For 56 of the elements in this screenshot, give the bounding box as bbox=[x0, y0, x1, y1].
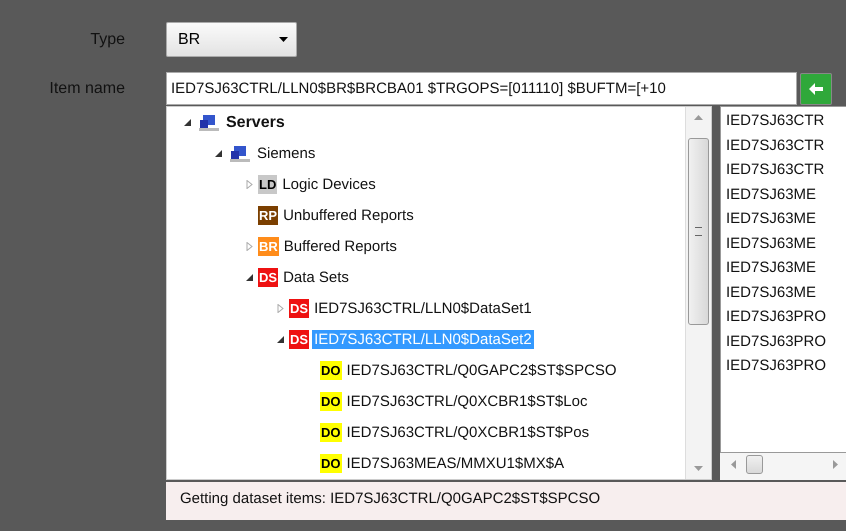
type-dropdown[interactable]: BR bbox=[166, 22, 297, 57]
expand-icon[interactable] bbox=[245, 180, 254, 189]
scroll-right-icon[interactable] bbox=[833, 460, 838, 468]
type-badge: DO bbox=[320, 454, 342, 473]
list-item[interactable]: IED7SJ63PRO bbox=[726, 330, 846, 354]
scroll-down-icon[interactable] bbox=[694, 466, 703, 471]
arrow-left-icon bbox=[807, 80, 825, 96]
tree-item[interactable]: Servers bbox=[224, 112, 287, 132]
type-badge: DO bbox=[320, 423, 342, 442]
scroll-thumb[interactable] bbox=[746, 454, 763, 474]
tree-item[interactable]: Data Sets bbox=[281, 268, 351, 287]
list-item[interactable]: IED7SJ63CTR bbox=[726, 134, 846, 158]
list-item[interactable]: IED7SJ63ME bbox=[726, 182, 846, 207]
computer-icon bbox=[198, 114, 220, 132]
collapse-icon[interactable] bbox=[245, 273, 254, 282]
collapse-icon[interactable] bbox=[183, 118, 192, 127]
scroll-left-icon[interactable] bbox=[731, 460, 736, 468]
type-badge: DO bbox=[320, 361, 342, 380]
tree-item[interactable]: IED7SJ63MEAS/MMXU1$MX$A bbox=[344, 454, 566, 473]
type-badge: DS bbox=[289, 299, 310, 318]
type-badge: DS bbox=[289, 330, 310, 349]
item-name-label: Item name bbox=[48, 80, 126, 98]
tree-item[interactable]: IED7SJ63CTRL/Q0XCBR1$ST$Pos bbox=[344, 423, 592, 442]
vertical-scrollbar[interactable] bbox=[685, 107, 711, 479]
list-item[interactable]: IED7SJ63PRO bbox=[726, 305, 846, 330]
tree-item[interactable]: Buffered Reports bbox=[282, 237, 399, 256]
tree-item[interactable]: Logic Devices bbox=[280, 175, 378, 194]
tree-item[interactable]: IED7SJ63CTRL/Q0GAPC2$ST$SPCSO bbox=[344, 361, 619, 380]
tree-item[interactable]: IED7SJ63CTRL/LLN0$DataSet1 bbox=[312, 299, 534, 318]
type-badge: DO bbox=[320, 392, 342, 411]
list-item[interactable]: IED7SJ63CTR bbox=[726, 109, 846, 134]
scroll-up-icon[interactable] bbox=[694, 115, 703, 120]
collapse-icon[interactable] bbox=[214, 149, 223, 158]
caret-icon bbox=[279, 37, 288, 42]
item-name-field[interactable]: IED7SJ63CTRL/LLN0$BR$BRCBA01 $TRGOPS=[011110] $BUFTM=[+10 bbox=[166, 72, 797, 105]
list-item[interactable]: IED7SJ63ME bbox=[726, 256, 846, 280]
computer-icon bbox=[229, 144, 251, 162]
collapse-icon[interactable] bbox=[276, 335, 285, 344]
list-item[interactable]: IED7SJ63PRO bbox=[726, 354, 846, 378]
scroll-thumb[interactable] bbox=[688, 138, 709, 325]
tree-item[interactable]: IED7SJ63CTRL/Q0XCBR1$ST$Loc bbox=[344, 392, 590, 411]
type-badge: LD bbox=[258, 175, 278, 194]
apply-button[interactable] bbox=[800, 72, 832, 104]
type-label: Type bbox=[89, 30, 126, 48]
tree-item[interactable]: Siemens bbox=[255, 144, 318, 163]
list-item[interactable]: IED7SJ63ME bbox=[726, 280, 846, 305]
list-item[interactable]: IED7SJ63ME bbox=[726, 232, 846, 256]
expand-icon[interactable] bbox=[245, 242, 254, 251]
type-badge: RP bbox=[258, 206, 278, 225]
type-badge: DS bbox=[258, 268, 278, 287]
list-item[interactable]: IED7SJ63CTR bbox=[726, 158, 846, 182]
expand-icon[interactable] bbox=[276, 304, 285, 313]
status-bar: Getting dataset items: IED7SJ63CTRL/Q0GAPC2$ST$SPCSO bbox=[166, 482, 846, 520]
type-badge: BR bbox=[258, 237, 279, 256]
list-item[interactable]: IED7SJ63ME bbox=[726, 207, 846, 232]
tree-item[interactable]: Unbuffered Reports bbox=[281, 206, 416, 225]
